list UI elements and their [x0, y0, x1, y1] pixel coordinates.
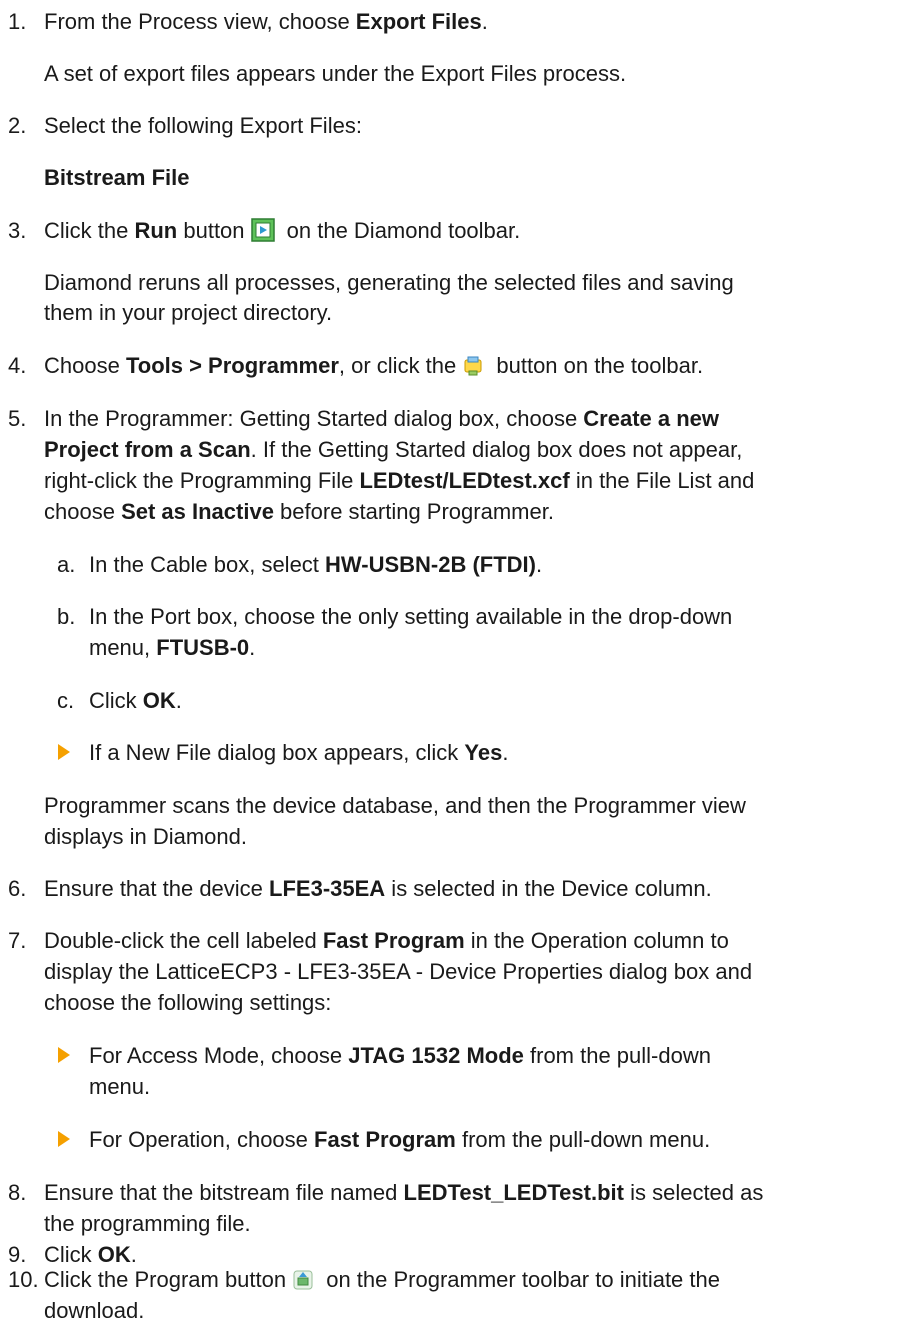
bullet-arrow-icon [58, 1131, 70, 1147]
run-icon [250, 218, 275, 250]
step-number: 8. [8, 1180, 27, 1205]
bullet-text-l2: menu. [89, 1074, 151, 1099]
step-text-l1: Click the Program button on the Programm… [44, 1264, 720, 1299]
step-note-l1: Programmer scans the device database, an… [44, 793, 746, 818]
substep-letter: b. [57, 604, 76, 629]
bullet-text: For Operation, choose Fast Program from … [89, 1127, 711, 1152]
step-number: 2. [8, 113, 27, 138]
step-number: 10. [8, 1267, 39, 1292]
step-text-l3: choose the following settings: [44, 990, 332, 1015]
step-number: 3. [8, 218, 27, 243]
step-text-l1: Double-click the cell labeled Fast Progr… [44, 928, 729, 953]
substep-text: Click OK. [89, 688, 182, 713]
programmer-icon [462, 354, 484, 385]
substep-text: In the Cable box, select HW-USBN-2B (FTD… [89, 552, 543, 577]
step-text-l2: the programming file. [44, 1211, 251, 1236]
file-name: Bitstream File [44, 165, 190, 190]
step-text-l3: right-click the Programming File LEDtest… [44, 468, 755, 493]
step-note-l2: them in your project directory. [44, 300, 333, 325]
step-number: 7. [8, 928, 27, 953]
step-note-l1: Diamond reruns all processes, generating… [44, 270, 734, 295]
step-text: From the Process view, choose Export Fil… [44, 9, 488, 34]
substep-text-l1: In the Port box, choose the only setting… [89, 604, 733, 629]
bullet-arrow-icon [58, 744, 70, 760]
step-text: Select the following Export Files: [44, 113, 362, 138]
bullet-arrow-icon [58, 1047, 70, 1063]
program-icon [292, 1268, 314, 1299]
step-number: 6. [8, 876, 27, 901]
step-number: 5. [8, 406, 27, 431]
bullet-text-l1: For Access Mode, choose JTAG 1532 Mode f… [89, 1043, 711, 1068]
bullet-text: If a New File dialog box appears, click … [89, 740, 509, 765]
substep-letter: a. [57, 552, 76, 577]
step-text-l1: In the Programmer: Getting Started dialo… [44, 406, 720, 431]
step-number: 4. [8, 353, 27, 378]
step-text-l4: choose Set as Inactive before starting P… [44, 499, 554, 524]
step-note-l2: displays in Diamond. [44, 824, 247, 849]
step-text-l1: Ensure that the bitstream file named LED… [44, 1180, 764, 1205]
step-text: Choose Tools > Programmer, or click the … [44, 350, 703, 385]
step-text: Ensure that the device LFE3-35EA is sele… [44, 876, 712, 901]
step-text-l2: display the LatticeECP3 - LFE3-35EA - De… [44, 959, 753, 984]
step-note: A set of export files appears under the … [44, 61, 627, 86]
step-text-l2: download. [44, 1298, 145, 1323]
substep-text-l2: menu, FTUSB-0. [89, 635, 256, 660]
step-text-l2: Project from a Scan. If the Getting Star… [44, 437, 743, 462]
substep-letter: c. [57, 688, 75, 713]
step-text: Click the Run button on the Diamond tool… [44, 215, 520, 250]
step-number: 1. [8, 9, 27, 34]
